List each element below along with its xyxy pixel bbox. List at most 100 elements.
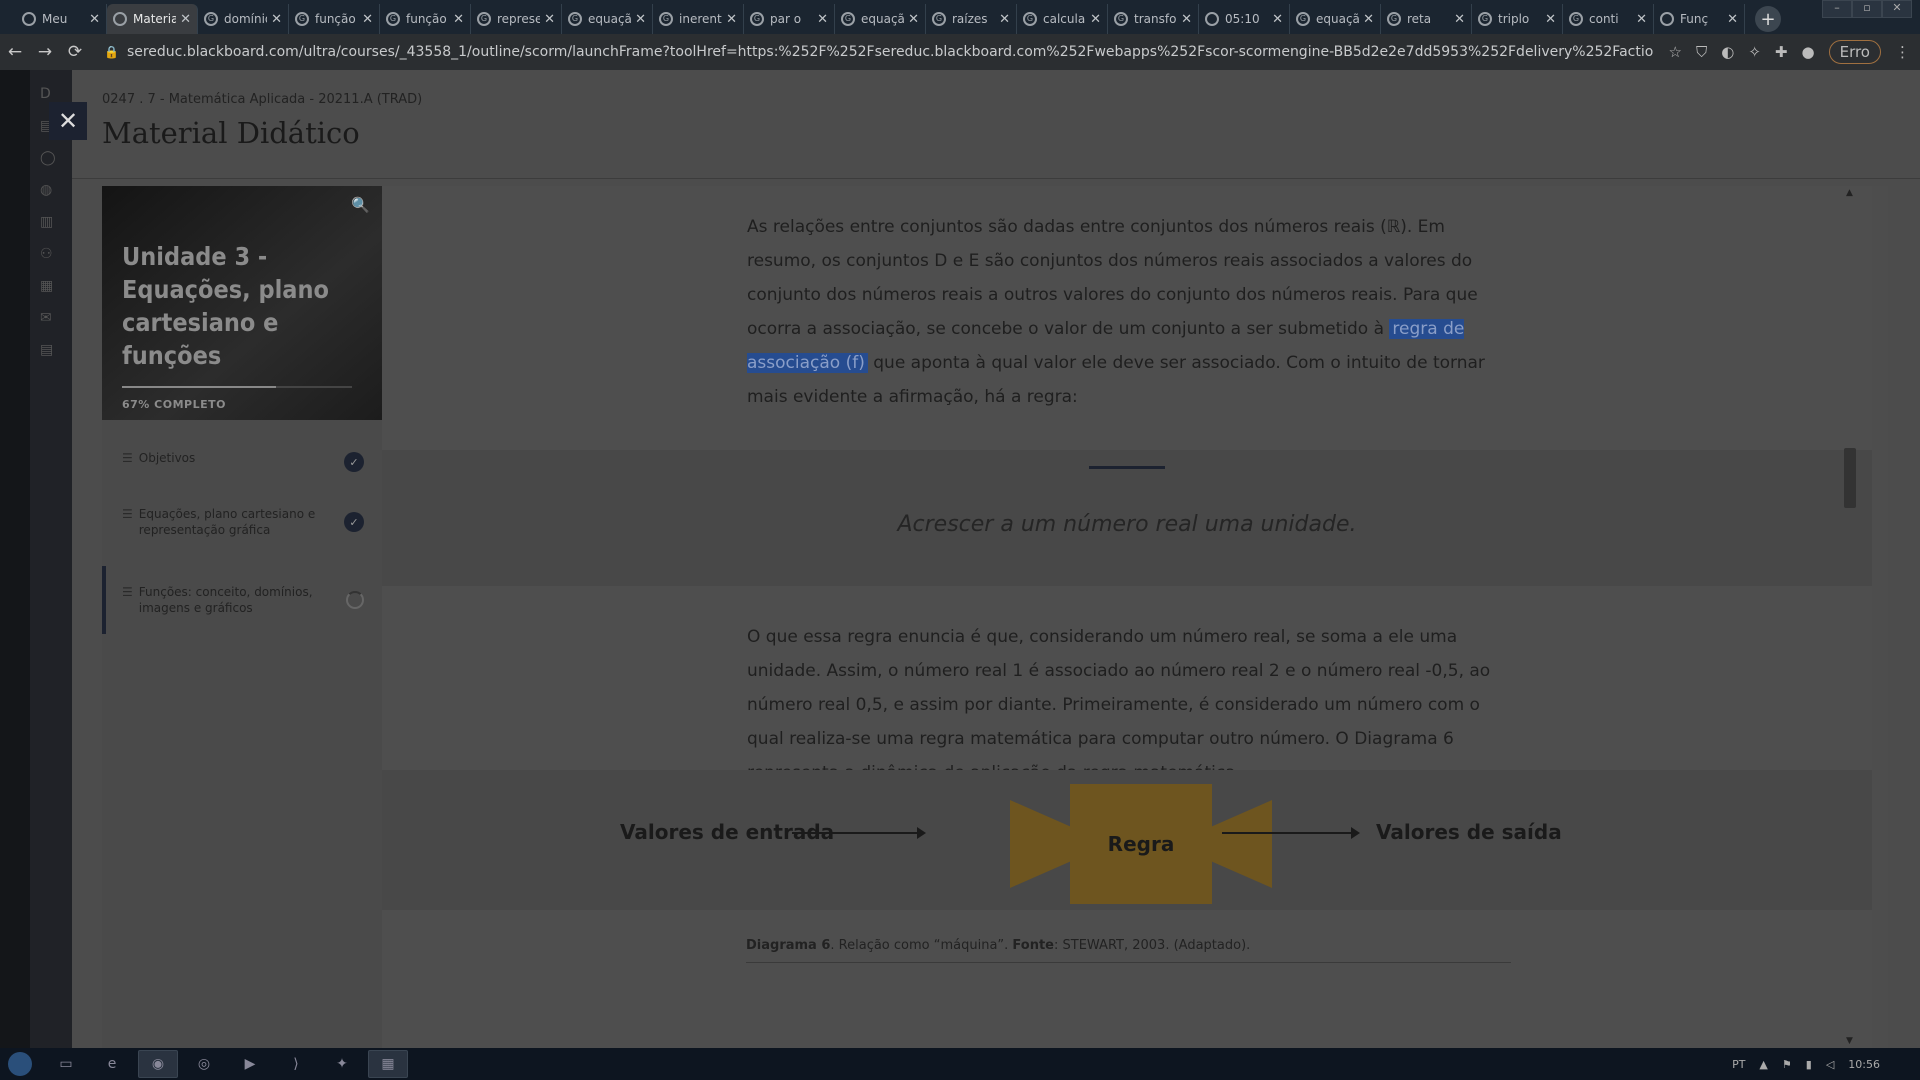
close-tab-icon[interactable]: ✕ xyxy=(1636,12,1647,27)
browser-tab[interactable]: Gfunção ✕ xyxy=(289,4,380,34)
sidebar-item-label: Funções: conceito, domínios, imagens e g… xyxy=(138,585,313,615)
machine-output-funnel xyxy=(1202,800,1272,888)
browser-tab[interactable]: Gcalcular ✕ xyxy=(1017,4,1108,34)
contrast-icon[interactable]: ◐ xyxy=(1721,43,1734,61)
flag-icon[interactable]: ⚑ xyxy=(1782,1058,1792,1071)
user-icon[interactable]: ◯ xyxy=(40,150,72,166)
extension-icon[interactable]: ✧ xyxy=(1748,43,1761,61)
maximize-button[interactable]: ▫ xyxy=(1852,0,1882,18)
close-tab-icon[interactable]: ✕ xyxy=(453,12,464,27)
tab-title: representação xyxy=(497,12,540,26)
list-icon: ☰ xyxy=(122,451,133,465)
browser-tab[interactable]: Gdomínio ✕ xyxy=(198,4,289,34)
unit-title: Unidade 3 - Equações, plano cartesiano e… xyxy=(122,242,329,370)
close-tab-icon[interactable]: ✕ xyxy=(908,12,919,27)
browser-tab[interactable]: Material ✕ xyxy=(107,4,198,34)
close-tab-icon[interactable]: ✕ xyxy=(635,12,646,27)
courses-icon[interactable]: ▥ xyxy=(40,214,72,230)
messages-icon[interactable]: ✉ xyxy=(40,310,72,326)
sidebar-item-funcoes[interactable]: ☰ Funções: conceito, domínios, imagens e… xyxy=(102,566,382,634)
browser-tab[interactable]: Gconti ✕ xyxy=(1563,4,1654,34)
close-tab-icon[interactable]: ✕ xyxy=(1363,12,1374,27)
app-icon[interactable]: ✦ xyxy=(322,1050,362,1078)
close-tab-icon[interactable]: ✕ xyxy=(1545,12,1556,27)
rail-item-icon[interactable]: D xyxy=(40,86,72,102)
quote-text: Acrescer a um número real uma unidade. xyxy=(897,512,1357,537)
chevron-up-icon[interactable]: ▲ xyxy=(1759,1058,1767,1071)
check-icon xyxy=(1205,12,1219,26)
browser-tab[interactable]: Grepresentação ✕ xyxy=(471,4,562,34)
error-badge[interactable]: Erro xyxy=(1828,40,1881,64)
close-tab-icon[interactable]: ✕ xyxy=(726,12,737,27)
browser-tab[interactable]: Greta ✕ xyxy=(1381,4,1472,34)
menu-icon[interactable]: ⋮ xyxy=(1895,43,1910,61)
chrome-icon[interactable]: ◉ xyxy=(138,1050,178,1078)
avatar[interactable]: ● xyxy=(1802,43,1815,61)
scroll-thumb[interactable] xyxy=(1844,448,1856,508)
browser-tab[interactable]: Funç ✕ xyxy=(1654,4,1745,34)
star-icon[interactable]: ☆ xyxy=(1669,43,1682,61)
browser-tab[interactable]: Gpar o ✕ xyxy=(744,4,835,34)
volume-icon[interactable]: ◁ xyxy=(1826,1058,1834,1071)
minimize-button[interactable]: – xyxy=(1822,0,1852,18)
close-tab-icon[interactable]: ✕ xyxy=(271,12,282,27)
browser-tab[interactable]: Gfunção ✕ xyxy=(380,4,471,34)
browser-tab[interactable]: Gequação ✕ xyxy=(835,4,926,34)
sidebar-item-equacoes[interactable]: ☰ Equações, plano cartesiano e represent… xyxy=(102,506,382,538)
browser-tab[interactable]: Gequação ✕ xyxy=(562,4,653,34)
forward-icon[interactable]: → xyxy=(30,42,60,62)
close-tab-icon[interactable]: ✕ xyxy=(362,12,373,27)
reload-icon[interactable]: ⟳ xyxy=(60,42,90,62)
close-tab-icon[interactable]: ✕ xyxy=(1181,12,1192,27)
browser-tab[interactable]: 05:10 ✕ xyxy=(1199,4,1290,34)
explorer-icon[interactable]: ▭ xyxy=(46,1050,86,1078)
browser-tab[interactable]: Gtransformar ✕ xyxy=(1108,4,1199,34)
browser-tab[interactable]: Meu ✕ xyxy=(16,4,107,34)
puzzle-icon[interactable]: ✚ xyxy=(1775,43,1788,61)
grades-icon[interactable]: ▤ xyxy=(40,342,72,358)
new-tab-button[interactable]: + xyxy=(1755,6,1781,32)
ie-icon[interactable]: e xyxy=(92,1050,132,1078)
search-icon[interactable]: 🔍 xyxy=(351,196,370,214)
tab-title: equação xyxy=(588,12,631,26)
sidebar-item-label: Objetivos xyxy=(138,451,196,465)
close-tab-icon[interactable]: ✕ xyxy=(1727,12,1738,27)
vscode-icon[interactable]: ⟩ xyxy=(276,1050,316,1078)
calendar-icon[interactable]: ▦ xyxy=(40,278,72,294)
globe-icon[interactable]: ◍ xyxy=(40,182,72,198)
media-icon[interactable]: ▶ xyxy=(230,1050,270,1078)
browser-tab[interactable]: Gequação ✕ xyxy=(1290,4,1381,34)
diagram-caption: Diagrama 6. Relação como “máquina”. Font… xyxy=(746,938,1250,953)
close-tab-icon[interactable]: ✕ xyxy=(1272,12,1283,27)
scrollbar[interactable]: ▲ ▼ xyxy=(1844,186,1858,1048)
calculator-icon[interactable]: ▦ xyxy=(368,1050,408,1078)
close-tab-icon[interactable]: ✕ xyxy=(89,12,100,27)
groups-icon[interactable]: ⚇ xyxy=(40,246,72,262)
clock[interactable]: 10:56 xyxy=(1848,1058,1880,1071)
close-button[interactable]: ✕ xyxy=(49,102,87,140)
language-indicator[interactable]: PT xyxy=(1732,1058,1745,1071)
close-tab-icon[interactable]: ✕ xyxy=(817,12,828,27)
network-icon[interactable]: ▮ xyxy=(1806,1058,1812,1071)
sidebar-item-objetivos[interactable]: ☰ Objetivos ✓ xyxy=(102,450,382,472)
close-tab-icon[interactable]: ✕ xyxy=(999,12,1010,27)
close-tab-icon[interactable]: ✕ xyxy=(180,12,191,27)
scorm-viewer: 🔍 Unidade 3 - Equações, plano cartesiano… xyxy=(102,186,1888,1048)
opera-icon[interactable]: ◎ xyxy=(184,1050,224,1078)
arrow-icon xyxy=(792,827,926,839)
close-tab-icon[interactable]: ✕ xyxy=(1090,12,1101,27)
google-icon: G xyxy=(1023,12,1037,26)
url-field[interactable]: 🔒 sereduc.blackboard.com/ultra/courses/_… xyxy=(104,44,1653,60)
shield-icon[interactable]: ⛉ xyxy=(1696,43,1707,61)
browser-tab[interactable]: Gtriplo ✕ xyxy=(1472,4,1563,34)
close-tab-icon[interactable]: ✕ xyxy=(1454,12,1465,27)
start-button[interactable] xyxy=(0,1048,40,1080)
back-icon[interactable]: ← xyxy=(0,42,30,62)
scroll-up-icon[interactable]: ▲ xyxy=(1846,188,1853,198)
scroll-down-icon[interactable]: ▼ xyxy=(1846,1036,1853,1046)
url-text: sereduc.blackboard.com/ultra/courses/_43… xyxy=(126,44,1653,60)
browser-tab[interactable]: Ginerente ✕ xyxy=(653,4,744,34)
browser-tab[interactable]: Graízes ✕ xyxy=(926,4,1017,34)
close-tab-icon[interactable]: ✕ xyxy=(544,12,555,27)
close-window-button[interactable]: ✕ xyxy=(1882,0,1912,18)
